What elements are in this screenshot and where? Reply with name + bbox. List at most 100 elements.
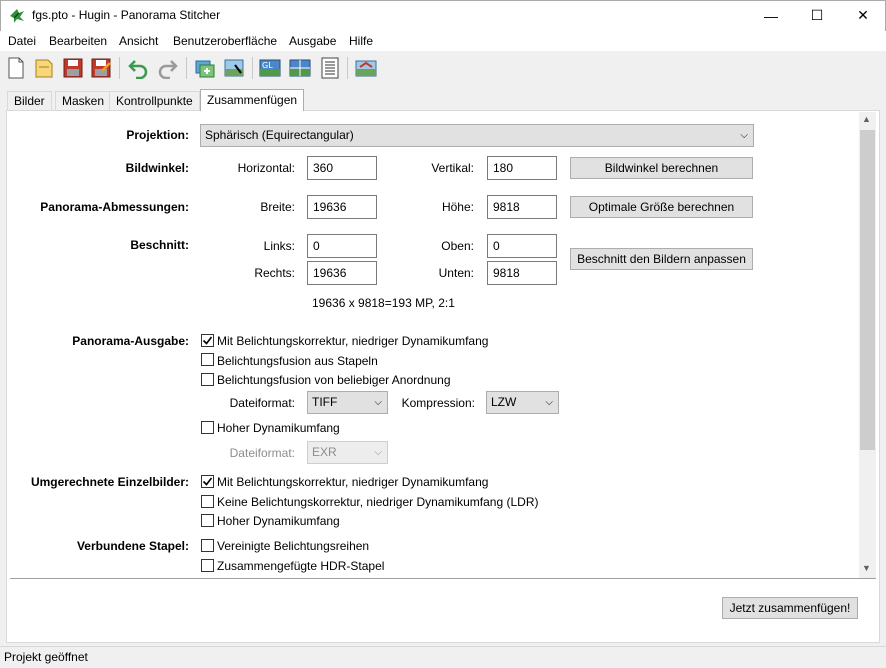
checkbox-remapped-exposure-corrected[interactable] <box>201 475 214 488</box>
toolbar-separator <box>347 57 348 79</box>
layout-preview-icon[interactable] <box>353 55 379 81</box>
tab-bilder[interactable]: Bilder <box>7 91 52 111</box>
minimize-button[interactable]: — <box>748 0 794 31</box>
projection-value: Sphärisch (Equirectangular) <box>205 128 354 142</box>
fit-crop-button[interactable]: Beschnitt den Bildern anpassen <box>570 248 753 270</box>
option-exposure-corrected-ldr[interactable]: Mit Belichtungskorrektur, niedriger Dyna… <box>217 334 488 348</box>
compression-value: LZW <box>491 395 517 409</box>
chevron-down-icon: ⌵ <box>740 130 748 141</box>
fov-horizontal-input[interactable]: 360 <box>307 156 377 180</box>
crop-top-input[interactable]: 0 <box>487 234 557 258</box>
control-points-icon[interactable] <box>221 55 247 81</box>
canvas-width-label: Breite: <box>260 200 295 214</box>
menu-ansicht[interactable]: Ansicht <box>119 34 158 48</box>
menu-bearbeiten[interactable]: Bearbeiten <box>49 34 107 48</box>
file-format-label: Dateiformat: <box>229 396 295 410</box>
maximize-button[interactable]: ☐ <box>794 0 840 31</box>
close-button[interactable]: ✕ <box>840 0 886 31</box>
crop-bottom-input[interactable]: 9818 <box>487 261 557 285</box>
open-file-icon[interactable] <box>31 55 57 81</box>
option-remapped-exposure-corrected[interactable]: Mit Belichtungskorrektur, niedriger Dyna… <box>217 475 488 489</box>
optimal-size-button[interactable]: Optimale Größe berechnen <box>570 196 753 218</box>
maximize-icon: ☐ <box>810 7 824 23</box>
status-text: Projekt geöffnet <box>4 650 88 664</box>
crop-left-input[interactable]: 0 <box>307 234 377 258</box>
scroll-down-icon[interactable]: ▼ <box>862 563 871 573</box>
compression-label: Kompression: <box>401 396 475 410</box>
stitch-now-button[interactable]: Jetzt zusammenfügen! <box>722 597 858 619</box>
option-exposure-fusion-any[interactable]: Belichtungsfusion von beliebiger Anordnu… <box>217 373 451 387</box>
fov-label: Bildwinkel: <box>125 161 189 175</box>
crop-right-input[interactable]: 19636 <box>307 261 377 285</box>
tab-kontrollpunkte[interactable]: Kontrollpunkte <box>109 91 200 111</box>
option-hdr-output[interactable]: Hoher Dynamikumfang <box>217 421 340 435</box>
toolbar-separator <box>252 57 253 79</box>
checkbox-hdr-stacks[interactable] <box>201 559 214 572</box>
crop-top-label: Oben: <box>441 239 474 253</box>
chevron-down-icon: ⌵ <box>374 447 382 458</box>
tab-masken[interactable]: Masken <box>55 91 112 111</box>
compression-select[interactable]: LZW ⌵ <box>486 391 559 414</box>
hugin-app-icon <box>8 7 26 25</box>
status-bar <box>0 646 886 668</box>
fast-preview-icon[interactable] <box>287 55 313 81</box>
new-file-icon[interactable] <box>3 55 29 81</box>
option-hdr-stacks[interactable]: Zusammengefügte HDR-Stapel <box>217 559 384 573</box>
fov-horizontal-label: Horizontal: <box>237 161 295 175</box>
crop-bottom-label: Unten: <box>438 266 474 280</box>
save-icon[interactable] <box>60 55 86 81</box>
close-icon: ✕ <box>857 7 869 23</box>
crop-right-label: Rechts: <box>254 266 295 280</box>
crop-left-label: Links: <box>263 239 295 253</box>
redo-icon[interactable] <box>155 55 181 81</box>
projection-label: Projektion: <box>126 128 189 142</box>
undo-icon[interactable] <box>125 55 151 81</box>
checkbox-exposure-fusion-any[interactable] <box>201 373 214 386</box>
hdr-file-format-select[interactable]: EXR ⌵ <box>307 441 388 464</box>
file-format-select[interactable]: TIFF ⌵ <box>307 391 388 414</box>
toolbar-separator <box>186 57 187 79</box>
option-exposure-fusion-stacks[interactable]: Belichtungsfusion aus Stapeln <box>217 354 378 368</box>
hdr-file-format-label: Dateiformat: <box>229 446 295 460</box>
svg-text:GL: GL <box>262 61 273 70</box>
save-as-icon[interactable] <box>88 55 114 81</box>
checkbox-exposure-corrected-ldr[interactable] <box>201 334 214 347</box>
file-format-value: TIFF <box>312 395 338 409</box>
canvas-height-label: Höhe: <box>441 200 474 214</box>
divider <box>10 578 876 579</box>
checkbox-fused-brackets[interactable] <box>201 539 214 552</box>
menu-ausgabe[interactable]: Ausgabe <box>289 34 336 48</box>
window-title: fgs.pto - Hugin - Panorama Stitcher <box>32 8 221 22</box>
crop-label: Beschnitt: <box>130 238 189 252</box>
option-remapped-hdr[interactable]: Hoher Dynamikumfang <box>217 514 340 528</box>
fov-vertical-input[interactable]: 180 <box>487 156 557 180</box>
scrollbar-thumb[interactable] <box>860 130 875 450</box>
checkbox-hdr-output[interactable] <box>201 421 214 434</box>
menu-hilfe[interactable]: Hilfe <box>349 34 373 48</box>
minimize-icon: — <box>764 7 778 24</box>
menu-datei[interactable]: Datei <box>8 34 36 48</box>
canvas-size-label: Panorama-Abmessungen: <box>40 200 189 214</box>
canvas-width-input[interactable]: 19636 <box>307 195 377 219</box>
option-fused-brackets[interactable]: Vereinigte Belichtungsreihen <box>217 539 369 553</box>
add-images-icon[interactable] <box>192 55 218 81</box>
hdr-file-format-value: EXR <box>312 445 337 459</box>
crop-info-text: 19636 x 9818=193 MP, 2:1 <box>312 296 455 310</box>
tab-zusammenfuegen[interactable]: Zusammenfügen <box>200 89 305 111</box>
calculate-fov-button[interactable]: Bildwinkel berechnen <box>570 157 753 179</box>
list-icon[interactable] <box>317 55 343 81</box>
scroll-up-icon[interactable]: ▲ <box>862 114 871 124</box>
projection-select[interactable]: Sphärisch (Equirectangular) ⌵ <box>200 124 754 147</box>
chevron-down-icon: ⌵ <box>374 397 382 408</box>
checkbox-remapped-no-correction[interactable] <box>201 495 214 508</box>
checkbox-exposure-fusion-stacks[interactable] <box>201 353 214 366</box>
option-remapped-no-correction[interactable]: Keine Belichtungskorrektur, niedriger Dy… <box>217 495 538 509</box>
canvas-height-input[interactable]: 9818 <box>487 195 557 219</box>
gl-preview-icon[interactable]: GL <box>257 55 283 81</box>
menu-benutzeroberflaeche[interactable]: Benutzeroberfläche <box>173 34 277 48</box>
checkbox-remapped-hdr[interactable] <box>201 514 214 527</box>
combined-stacks-label: Verbundene Stapel: <box>76 539 189 553</box>
fov-vertical-label: Vertikal: <box>431 161 474 175</box>
chevron-down-icon: ⌵ <box>545 397 553 408</box>
panorama-output-label: Panorama-Ausgabe: <box>72 334 189 348</box>
